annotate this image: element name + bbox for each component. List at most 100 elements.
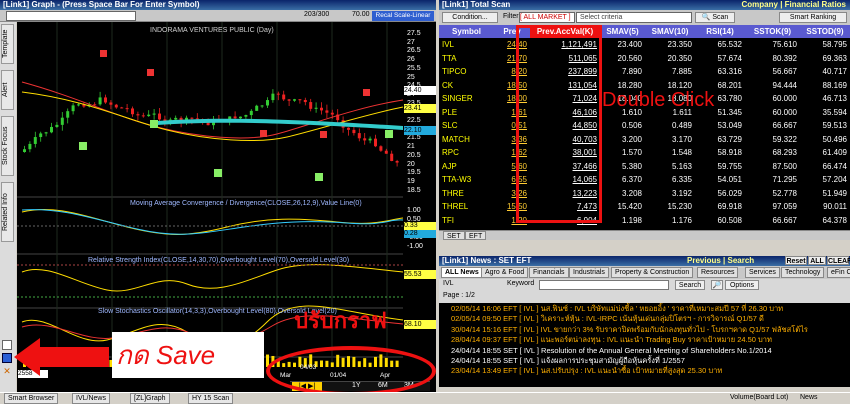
rsi-line xyxy=(21,264,404,292)
scan-row[interactable]: RPC 1.62 38,001 1.570 1.548 58.918 68.293 61.40… xyxy=(439,146,850,160)
scan-cell: 3.192 xyxy=(671,188,692,198)
candle-body xyxy=(384,150,388,154)
scan-row[interactable]: MATCH 3.36 40,703 3.200 3.170 63.729 59.322 50.… xyxy=(439,133,850,147)
criteria-select[interactable]: Select criteria xyxy=(576,12,692,23)
news-tabbar: ALL News Agro & Food Financials Industrials… xyxy=(439,266,850,279)
scan-col-7[interactable]: SSTOD(9) xyxy=(800,25,850,38)
scan-titlebar[interactable]: [Link1] Total Scan Company | Financial R… xyxy=(439,0,850,10)
scan-cell: 1.570 xyxy=(621,148,642,158)
scan-col-0[interactable]: Symbol xyxy=(439,25,494,38)
save-icon[interactable] xyxy=(2,353,12,363)
news-tab-3[interactable]: Industrials xyxy=(569,267,609,278)
symbol-input[interactable] xyxy=(6,11,136,21)
scan-cell: 6.370 xyxy=(621,175,642,185)
side-tab-stock-focus[interactable]: Stock Focus xyxy=(1,116,14,176)
side-tab-template[interactable]: Template xyxy=(1,24,14,64)
news-titlebar[interactable]: [Link1] News : SET EFT Previous | Search… xyxy=(439,256,850,266)
scan-cell: 1.548 xyxy=(671,148,692,158)
scan-row[interactable]: TTA 21.70 511,065 20.560 20.350 57.674 80.392 6… xyxy=(439,52,850,66)
smart-ranking-button[interactable]: Smart Ranking xyxy=(779,12,847,23)
scan-cell: TFI xyxy=(442,215,454,225)
news-tab-5[interactable]: Resources xyxy=(697,267,739,278)
scan-col-3[interactable]: SMAV(5) xyxy=(600,25,645,38)
filter-select[interactable]: [ ALL MARKET ] xyxy=(519,12,575,23)
scan-col-4[interactable]: SMAV(10) xyxy=(645,25,695,38)
scan-row[interactable]: AJP 5.60 37,466 5.380 5.163 59.755 87.500 66.47… xyxy=(439,160,850,174)
scan-cell: 3.208 xyxy=(621,188,642,198)
scan-button[interactable]: 🔍 Scan xyxy=(695,12,735,23)
scan-row[interactable]: IVL 24.40 1,121,491 23.400 23.350 65.532 75.61… xyxy=(439,38,850,52)
scan-row[interactable]: TFI 1.20 6,904 1.198 1.176 60.508 66.667 64.378 xyxy=(439,214,850,228)
price-axis-label: 22.5 xyxy=(407,117,421,124)
condition-button[interactable]: Condition... xyxy=(442,12,498,23)
news-tab-8[interactable]: eFin C xyxy=(827,267,850,278)
subtab-set[interactable]: SET xyxy=(443,231,465,240)
scan-col-5[interactable]: RSI(14) xyxy=(695,25,745,38)
candle-body xyxy=(141,115,145,117)
candle-body xyxy=(77,104,80,106)
taskbar-item[interactable]: HY 15 Scan xyxy=(188,393,234,404)
news-search-icon[interactable]: 🔎 xyxy=(711,280,723,290)
taskbar-item[interactable]: IVL/News xyxy=(72,393,110,404)
news-tab-0[interactable]: ALL News xyxy=(441,267,483,278)
subtab-eft[interactable]: EFT xyxy=(465,231,487,240)
side-tab-alert[interactable]: Alert xyxy=(1,70,14,110)
candle-body xyxy=(293,99,296,101)
side-tab-related-info[interactable]: Related Info xyxy=(1,182,14,242)
news-item[interactable]: 28/04/14 09:37 EFT [ IVL ] แนะพอร์ตน่าลง… xyxy=(451,335,850,345)
news-title-right[interactable]: Previous | Search xyxy=(687,256,754,266)
sell-signal-marker xyxy=(147,69,154,76)
scan-cell: 58.918 xyxy=(717,148,742,158)
scan-cell: 56.667 xyxy=(772,67,797,77)
news-search-button[interactable]: Search xyxy=(675,280,705,290)
graph-titlebar[interactable]: [Link1] Graph - (Press Space Bar For Ent… xyxy=(0,0,436,10)
news-item[interactable]: 02/05/14 16:06 EFT [ IVL ] นส.ฟินซ์ : IV… xyxy=(451,304,850,314)
scan-row[interactable]: THREL 15.50 7,473 15.420 15.230 69.918 97.059 9… xyxy=(439,200,850,214)
taskbar: Volume(Board Lot) News Smart Browser IVL/… xyxy=(0,392,850,404)
scan-row[interactable]: TIPCO 8.20 237,899 7.890 7.885 63.316 56.667 40… xyxy=(439,65,850,79)
scale-mode-button[interactable]: Recal Scale-Linear xyxy=(372,11,434,21)
news-tab-2[interactable]: Financials xyxy=(529,267,569,278)
new-icon[interactable] xyxy=(2,340,12,350)
news-tab-1[interactable]: Agro & Food xyxy=(481,267,529,278)
options-button[interactable]: Options xyxy=(725,280,759,290)
price-axis-label: 19 xyxy=(407,177,415,185)
news-tab-7[interactable]: Technology xyxy=(781,267,825,278)
news-item[interactable]: 24/04/14 18:55 SET [ IVL ] Resolution of… xyxy=(451,346,850,356)
news-tab-6[interactable]: Services xyxy=(745,267,780,278)
scan-col-6[interactable]: SSTOK(9) xyxy=(745,25,800,38)
news-symbol-field[interactable]: IVL xyxy=(443,280,483,290)
price-axis-label: 26 xyxy=(407,56,415,64)
sell-signal-marker xyxy=(363,89,370,96)
close-icon[interactable]: ✕ xyxy=(2,366,12,376)
candle-body xyxy=(244,115,248,117)
taskbar-item[interactable]: [ZL]Graph xyxy=(130,393,170,404)
scan-row[interactable]: THRE 3.26 13,223 3.208 3.192 56.029 52.778 51.9… xyxy=(439,187,850,201)
all-button[interactable]: ALL xyxy=(808,256,826,265)
graph-count: 203/300 xyxy=(304,11,330,18)
news-item[interactable]: 23/04/14 13:49 EFT [ IVL ] นส.ปรับปรุง :… xyxy=(451,366,850,376)
scan-cell: 61.409 xyxy=(822,148,847,158)
candle-body xyxy=(23,149,26,152)
scan-row[interactable]: SLC 0.51 44,850 0.506 0.489 53.049 66.667 59.51… xyxy=(439,119,850,133)
scan-cell: 80.392 xyxy=(772,53,797,63)
news-item[interactable]: 02/05/14 09:50 EFT [ IVL ] วิเคราะห์หุ้น… xyxy=(451,314,850,324)
news-item[interactable]: 30/04/14 15:16 EFT [ IVL ] IVL ขายกว่า 3… xyxy=(451,325,850,335)
candle-body xyxy=(125,108,129,110)
scan-row[interactable]: TTA-W3 6.55 14,065 6.370 6.335 54.051 71.295 57… xyxy=(439,173,850,187)
candle-body xyxy=(66,111,70,118)
scan-title-right[interactable]: Company | Financial Ratios xyxy=(742,0,846,10)
price-axis-label: 21 xyxy=(407,143,415,151)
clear-button[interactable]: CLEAR xyxy=(827,256,850,265)
keyword-input[interactable] xyxy=(539,280,669,290)
candle-body xyxy=(287,99,291,101)
reset-button[interactable]: Reset xyxy=(785,256,807,265)
taskbar-item[interactable]: Smart Browser xyxy=(4,393,59,404)
candle-body xyxy=(260,105,264,107)
candle-body xyxy=(374,138,377,147)
scan-cell: 66.667 xyxy=(772,121,797,131)
news-item[interactable]: 24/04/14 18:55 SET [ IVL ] แจ้งผลการประช… xyxy=(451,356,850,366)
news-tab-4[interactable]: Property & Construction xyxy=(611,267,694,278)
candle-body xyxy=(352,129,356,134)
stoch-tag: 68.10 xyxy=(404,320,436,329)
